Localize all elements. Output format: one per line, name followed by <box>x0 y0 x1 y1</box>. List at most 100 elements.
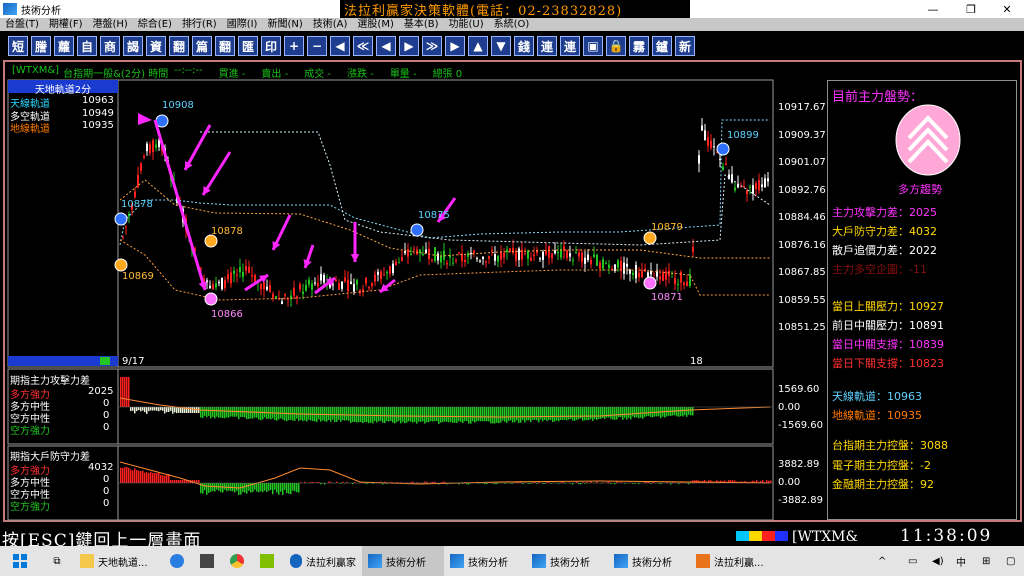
histogram-bar <box>124 377 126 407</box>
taskbar-item[interactable]: 天地軌道... <box>74 546 164 576</box>
histogram-bar <box>224 483 226 490</box>
start-icon[interactable] <box>0 546 40 576</box>
histogram-bar <box>450 407 452 422</box>
histogram-bar <box>616 407 618 420</box>
histogram-bar <box>598 407 600 420</box>
taskbar-item[interactable]: 技術分析 <box>444 546 526 576</box>
histogram-bar <box>152 473 154 483</box>
candle-body <box>752 185 754 194</box>
edge-icon[interactable] <box>164 546 194 576</box>
candle-body <box>479 260 481 262</box>
signal-marker <box>410 223 424 237</box>
candle-body <box>347 279 349 292</box>
taskbar-item[interactable]: 法拉利贏家 <box>284 546 362 576</box>
histogram-bar <box>548 407 550 421</box>
histogram-bar <box>352 407 354 423</box>
sub2-value: 4032 <box>88 462 114 473</box>
network-icon[interactable]: ▭ <box>902 546 926 576</box>
histogram-bar <box>514 407 516 423</box>
candle-body <box>146 143 148 152</box>
ime-indicator[interactable]: 中 <box>950 546 976 576</box>
candle-body <box>401 257 403 261</box>
candle-body <box>392 263 394 274</box>
taskbar: ⧉ 天地軌道... 法拉利贏家 技術分析 技術分析 技術分析 技術分析 法拉利贏… <box>0 546 1024 576</box>
histogram-bar <box>626 407 628 420</box>
histogram-2 <box>119 461 773 495</box>
histogram-bar <box>692 407 694 416</box>
histogram-bar <box>148 473 150 483</box>
histogram-bar <box>492 407 494 424</box>
candle-body <box>380 271 382 280</box>
taskbar-label: 技術分析 <box>386 557 426 569</box>
signal-marker <box>114 212 128 226</box>
histogram-bar <box>228 483 230 491</box>
histogram-bar <box>364 407 366 422</box>
histogram-bar <box>580 407 582 419</box>
taskbar-item[interactable]: 法拉利贏... <box>690 546 778 576</box>
histogram-bar <box>276 483 278 493</box>
sub1-axis-bottom: -1569.60 <box>778 420 823 431</box>
candle-body <box>245 265 247 271</box>
histogram-bar <box>382 407 384 423</box>
app-icon[interactable] <box>254 546 284 576</box>
histogram-bar <box>286 483 288 494</box>
candle-body <box>575 252 577 254</box>
taskbar-item[interactable]: 技術分析 <box>608 546 690 576</box>
candle-body <box>725 163 727 165</box>
price-tick: 10892.76 <box>778 185 826 196</box>
histogram-bar <box>610 407 612 419</box>
histogram-bar <box>208 407 210 416</box>
histogram-bar <box>158 407 160 412</box>
histogram-bar <box>770 480 772 483</box>
chrome-icon[interactable] <box>224 546 254 576</box>
taskbar-item[interactable]: 技術分析 <box>526 546 608 576</box>
candle-body <box>665 271 667 280</box>
annotation-label: 10879 <box>651 222 683 233</box>
candle-body <box>242 271 244 278</box>
histogram-bar <box>134 407 136 414</box>
candle-body <box>686 281 688 287</box>
task-view-icon[interactable]: ⧉ <box>40 546 74 576</box>
histogram-bar <box>120 377 122 407</box>
candle-body <box>317 283 319 287</box>
candle-body <box>284 293 286 296</box>
histogram-bar <box>388 407 390 422</box>
histogram-bar <box>516 407 518 421</box>
candle-body <box>551 253 553 259</box>
candle-body <box>335 280 337 282</box>
histogram-bar <box>144 472 146 483</box>
volume-icon[interactable]: ◀) <box>926 546 950 576</box>
histogram-bar <box>582 407 584 421</box>
histogram-bar <box>148 407 150 412</box>
histogram-bar <box>224 407 226 419</box>
scroll-thumb[interactable] <box>100 357 110 365</box>
ime-mode-icon[interactable]: ⊞ <box>976 546 1000 576</box>
histogram-bar <box>236 483 238 491</box>
candle-body <box>437 253 439 261</box>
candle-body <box>215 283 217 288</box>
histogram-bar <box>584 407 586 421</box>
candle-body <box>767 178 769 182</box>
histogram-bar <box>160 407 162 411</box>
candle-body <box>458 252 460 254</box>
sub1-title: 期指主力攻擊力差 <box>10 376 90 387</box>
candle-body <box>512 248 514 253</box>
sub2-label: 空方強力 <box>10 502 50 513</box>
histogram-bar <box>546 407 548 421</box>
chart-app-icon <box>532 554 546 568</box>
histogram-bar <box>288 483 290 494</box>
histogram-bar <box>358 407 360 423</box>
tray-chevron-icon[interactable]: ^ <box>872 546 902 576</box>
notification-icon[interactable]: ▢ <box>1000 546 1024 576</box>
bullish-trend-icon <box>895 104 961 176</box>
signal-marker <box>716 142 730 156</box>
histogram-bar <box>146 472 148 483</box>
taskbar-item[interactable]: 技術分析 <box>362 546 444 576</box>
candle-body <box>218 281 220 284</box>
histogram-bar <box>298 483 300 493</box>
histogram-bar <box>560 407 562 420</box>
signal-marker <box>204 292 218 306</box>
histogram-bar <box>234 407 236 417</box>
store-icon[interactable] <box>194 546 224 576</box>
candle-body <box>545 250 547 255</box>
